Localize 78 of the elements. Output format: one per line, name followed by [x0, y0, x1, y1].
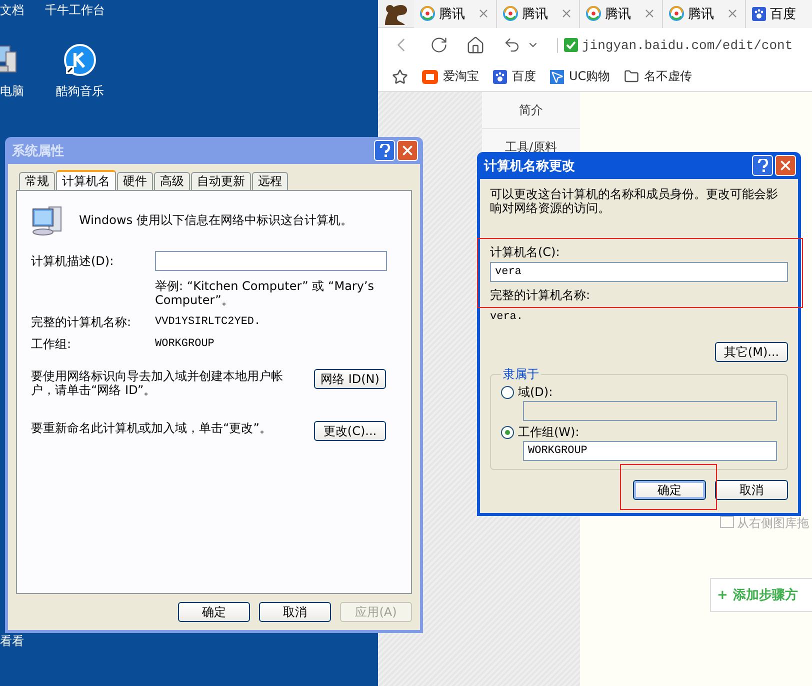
- more-button[interactable]: 其它(M)...: [715, 342, 788, 362]
- membership-field[interactable]: WORKGROUP: [523, 441, 777, 461]
- full-name-value: VVD1YSIRLTC2YED.: [155, 315, 262, 329]
- radio-label: 工作组(W):: [518, 425, 580, 439]
- field-label: 完整的计算机名称:: [31, 315, 132, 329]
- browser-tab[interactable]: 腾讯: [414, 0, 497, 28]
- instruction-text: 要重新命名此计算机或加入域，单击“更改”。: [31, 421, 272, 435]
- close-icon[interactable]: [643, 7, 656, 20]
- description-field[interactable]: [155, 251, 387, 271]
- paw-icon: [752, 6, 766, 20]
- star-icon[interactable]: [392, 68, 408, 84]
- example-text: 举例: “Kitchen Computer” 或 “Mary’s Computer”。: [155, 279, 376, 307]
- action-button[interactable]: 网络 ID(N): [314, 369, 386, 389]
- browser-tab[interactable]: 百度: [746, 0, 812, 28]
- close-button[interactable]: [775, 155, 796, 176]
- field-label: 计算机描述(D):: [31, 253, 115, 268]
- desktop-icon-label[interactable]: 酷狗音乐: [56, 83, 104, 100]
- intro-text: Windows 使用以下信息在网络中标识这台计算机。: [79, 213, 352, 227]
- window-title: 系统属性: [12, 142, 65, 160]
- globe-icon: [420, 6, 435, 21]
- action-button[interactable]: 更改(C)...: [314, 421, 386, 441]
- shop-icon: [422, 70, 438, 84]
- radio-button[interactable]: [501, 426, 514, 438]
- tab[interactable]: 高级: [154, 172, 190, 190]
- dialog-button[interactable]: 确定: [178, 602, 250, 622]
- globe-icon: [669, 6, 684, 21]
- desktop-label: 看看: [0, 633, 24, 650]
- tab[interactable]: 硬件: [117, 172, 153, 190]
- close-icon[interactable]: [560, 7, 573, 20]
- desktop-label: 千牛工作台: [45, 2, 105, 19]
- group-label: 隶属于: [502, 366, 540, 383]
- help-button[interactable]: [752, 155, 773, 176]
- intro-text: 可以更改这台计算机的名称和成员身份。更改可能会影响对网络资源的访问。: [490, 187, 779, 215]
- tab[interactable]: 远程: [252, 172, 288, 190]
- computer-name-field[interactable]: vera: [490, 262, 788, 282]
- close-icon[interactable]: [477, 7, 490, 20]
- dialog-button[interactable]: 取消: [715, 480, 788, 500]
- browser-tab[interactable]: 腾讯: [497, 0, 580, 28]
- bookmark-link[interactable]: 百度: [493, 68, 536, 85]
- radio-button[interactable]: [501, 386, 514, 398]
- browser-tab[interactable]: 腾讯: [580, 0, 663, 28]
- radio-label: 域(D):: [518, 385, 553, 399]
- browser-tab[interactable]: 腾讯: [663, 0, 746, 28]
- tab[interactable]: 计算机名: [56, 170, 116, 190]
- reload-icon[interactable]: [430, 36, 448, 54]
- cursor-icon: [550, 70, 564, 84]
- dialog-button[interactable]: 确定: [633, 480, 706, 500]
- instruction-text: 要使用网络标识向导去加入域并创建本地用户帐户，请单击“网络 ID”。: [31, 369, 284, 397]
- close-button[interactable]: [397, 140, 418, 161]
- field-label: 计算机名(C):: [490, 245, 561, 259]
- image-icon: [720, 516, 734, 528]
- music-app-icon: [64, 44, 96, 76]
- folder-icon: [624, 69, 640, 84]
- dialog-button[interactable]: 取消: [259, 602, 331, 622]
- close-icon: [778, 158, 793, 173]
- paw-icon: [493, 70, 507, 84]
- home-icon[interactable]: [466, 36, 485, 54]
- undo-icon[interactable]: [503, 36, 521, 54]
- desktop-icon-label[interactable]: 电脑: [0, 83, 24, 100]
- field-label: 工作组:: [31, 337, 72, 351]
- close-icon: [400, 143, 415, 158]
- bookmark-link[interactable]: 爱淘宝: [422, 68, 479, 85]
- bookmark-link[interactable]: 名不虚传: [624, 68, 692, 85]
- bookmark-link[interactable]: UC购物: [550, 68, 610, 85]
- tab[interactable]: 自动更新: [191, 172, 251, 190]
- full-name-value: vera.: [490, 310, 524, 324]
- secure-icon: [564, 38, 578, 52]
- help-button[interactable]: [374, 140, 395, 161]
- field-label: 完整的计算机名称:: [490, 288, 592, 302]
- hint-text: 从右侧图库拖: [737, 515, 809, 532]
- tab[interactable]: 常规: [19, 172, 55, 190]
- globe-icon: [503, 6, 518, 21]
- workgroup-value: WORKGROUP: [155, 337, 216, 351]
- close-icon[interactable]: [726, 7, 739, 20]
- globe-icon: [586, 6, 601, 21]
- desktop-label: 文档: [0, 2, 24, 19]
- question-icon: [756, 158, 768, 172]
- question-icon: [378, 144, 390, 158]
